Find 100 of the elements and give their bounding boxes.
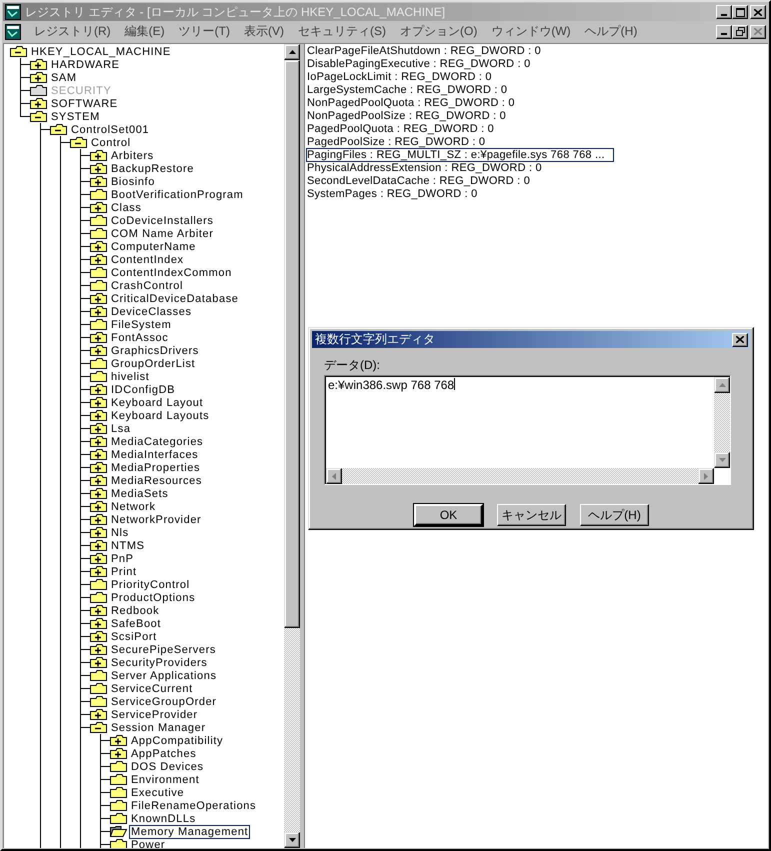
menu-item[interactable]: セキュリティ(S) bbox=[291, 23, 393, 40]
registry-value[interactable]: ClearPageFileAtShutdown : REG_DWORD : 0 bbox=[306, 44, 550, 58]
scroll-up-button[interactable] bbox=[714, 377, 730, 393]
tree-item[interactable]: ProductOptions bbox=[109, 590, 198, 604]
tree-item[interactable]: DOS Devices bbox=[129, 760, 206, 774]
scroll-right-button[interactable] bbox=[698, 468, 714, 484]
dialog-button[interactable]: ヘルプ(H) bbox=[580, 504, 649, 526]
folder-icon[interactable] bbox=[90, 228, 107, 239]
tree-item[interactable]: MediaResources bbox=[109, 474, 204, 488]
dialog-button[interactable]: OK bbox=[414, 504, 483, 526]
folder-icon[interactable] bbox=[110, 839, 127, 848]
menu-item[interactable]: 編集(E) bbox=[118, 23, 172, 40]
tree-item[interactable]: SecurePipeServers bbox=[109, 642, 218, 656]
folder-plus-icon[interactable] bbox=[90, 462, 107, 473]
folder-plus-icon[interactable] bbox=[30, 98, 47, 109]
tree-item[interactable]: Keyboard Layout bbox=[109, 396, 206, 410]
folder-plus-icon[interactable] bbox=[90, 202, 107, 213]
tree-item[interactable]: Lsa bbox=[109, 422, 133, 436]
registry-value[interactable]: PagingFiles : REG_MULTI_SZ : e:¥pagefile.sys 768 768 ... bbox=[306, 148, 614, 162]
tree-item[interactable]: HKEY_LOCAL_MACHINE bbox=[29, 44, 173, 58]
tree-item[interactable]: Memory Management bbox=[129, 824, 250, 838]
scroll-up-button[interactable] bbox=[284, 44, 300, 60]
folder-icon[interactable] bbox=[90, 371, 107, 382]
folder-plus-icon[interactable] bbox=[90, 540, 107, 551]
folder-plus-icon[interactable] bbox=[90, 566, 107, 577]
tree-item[interactable]: FileRenameOperations bbox=[129, 798, 258, 812]
minimize-button[interactable] bbox=[716, 24, 732, 38]
tree-item[interactable]: PriorityControl bbox=[109, 578, 192, 592]
folder-plus-icon[interactable] bbox=[90, 306, 107, 317]
folder-plus-icon[interactable] bbox=[90, 293, 107, 304]
folder-plus-icon[interactable] bbox=[90, 176, 107, 187]
registry-value[interactable]: DisablePagingExecutive : REG_DWORD : 0 bbox=[306, 56, 540, 70]
folder-plus-icon[interactable] bbox=[90, 488, 107, 499]
menu-item[interactable]: 表示(V) bbox=[237, 23, 291, 40]
dialog-button[interactable]: キャンセル bbox=[497, 504, 566, 526]
tree-item[interactable]: ContentIndexCommon bbox=[109, 266, 234, 280]
folder-plus-icon[interactable] bbox=[90, 384, 107, 395]
folder-plus-icon[interactable] bbox=[90, 618, 107, 629]
folder-plus-icon[interactable] bbox=[90, 410, 107, 421]
tree-item[interactable]: PnP bbox=[109, 552, 136, 566]
folder-minus-icon[interactable] bbox=[90, 722, 107, 733]
folder-plus-icon[interactable] bbox=[90, 150, 107, 161]
folder-plus-icon[interactable] bbox=[90, 332, 107, 343]
tree-item[interactable]: CriticalDeviceDatabase bbox=[109, 292, 241, 306]
registry-value[interactable]: NonPagedPoolSize : REG_DWORD : 0 bbox=[306, 108, 515, 122]
tree-item[interactable]: FileSystem bbox=[109, 318, 174, 332]
folder-icon[interactable] bbox=[30, 85, 47, 96]
registry-value[interactable]: IoPageLockLimit : REG_DWORD : 0 bbox=[306, 70, 501, 84]
scroll-down-button[interactable] bbox=[284, 832, 300, 848]
folder-plus-icon[interactable] bbox=[90, 709, 107, 720]
tree-item[interactable]: hivelist bbox=[109, 370, 152, 384]
registry-value[interactable]: PagedPoolQuota : REG_DWORD : 0 bbox=[306, 122, 503, 136]
tree-item[interactable]: ServiceProvider bbox=[109, 708, 200, 722]
tree-item[interactable]: Class bbox=[109, 200, 144, 214]
tree-item[interactable]: AppCompatibility bbox=[129, 734, 226, 748]
folder-plus-icon[interactable] bbox=[90, 553, 107, 564]
folder-plus-icon[interactable] bbox=[30, 59, 47, 70]
registry-value[interactable]: LargeSystemCache : REG_DWORD : 0 bbox=[306, 82, 516, 96]
tree-item[interactable]: CrashControl bbox=[109, 278, 186, 292]
folder-icon[interactable] bbox=[90, 592, 107, 603]
tree-item[interactable]: GraphicsDrivers bbox=[109, 344, 201, 358]
folder-icon[interactable] bbox=[110, 787, 127, 798]
folder-plus-icon[interactable] bbox=[30, 72, 47, 83]
tree-item[interactable]: ScsiPort bbox=[109, 630, 159, 644]
tree-item[interactable]: ComputerName bbox=[109, 240, 198, 254]
tree-item[interactable]: ServiceGroupOrder bbox=[109, 694, 219, 708]
tree-item[interactable]: Session Manager bbox=[109, 720, 208, 734]
folder-plus-icon[interactable] bbox=[110, 735, 127, 746]
folder-plus-icon[interactable] bbox=[90, 254, 107, 265]
tree-item[interactable]: AppPatches bbox=[129, 746, 198, 760]
folder-plus-icon[interactable] bbox=[90, 423, 107, 434]
folder-plus-icon[interactable] bbox=[90, 527, 107, 538]
tree-item[interactable]: SecurityProviders bbox=[109, 656, 210, 670]
tree-item[interactable]: MediaSets bbox=[109, 486, 170, 500]
tree-item[interactable]: SYSTEM bbox=[49, 110, 102, 124]
registry-value[interactable]: SystemPages : REG_DWORD : 0 bbox=[306, 186, 486, 200]
tree-item[interactable]: SafeBoot bbox=[109, 616, 164, 630]
menu-item[interactable]: ヘルプ(H) bbox=[578, 23, 644, 40]
tree-item[interactable]: MediaCategories bbox=[109, 434, 206, 448]
tree-item[interactable]: SAM bbox=[49, 70, 79, 84]
tree-item[interactable]: HARDWARE bbox=[49, 58, 122, 72]
folder-icon[interactable] bbox=[90, 696, 107, 707]
tree-item[interactable]: NTMS bbox=[109, 538, 147, 552]
folder-minus-icon[interactable] bbox=[30, 111, 47, 122]
folder-icon[interactable] bbox=[110, 813, 127, 824]
folder-minus-icon[interactable] bbox=[10, 46, 27, 57]
tree-item[interactable]: COM Name Arbiter bbox=[109, 226, 216, 240]
tree-item[interactable]: MediaInterfaces bbox=[109, 448, 200, 462]
tree-item[interactable]: BootVerificationProgram bbox=[109, 188, 246, 202]
registry-value[interactable]: NonPagedPoolQuota : REG_DWORD : 0 bbox=[306, 96, 524, 110]
scroll-thumb[interactable] bbox=[284, 60, 300, 628]
tree-item[interactable]: Nls bbox=[109, 526, 131, 540]
tree-item[interactable]: NetworkProvider bbox=[109, 512, 204, 526]
tree-item[interactable]: Redbook bbox=[109, 604, 162, 618]
scroll-down-button[interactable] bbox=[714, 452, 730, 468]
folder-icon[interactable] bbox=[90, 280, 107, 291]
folder-icon[interactable] bbox=[90, 319, 107, 330]
folder-plus-icon[interactable] bbox=[90, 605, 107, 616]
tree-item[interactable]: Power bbox=[129, 838, 168, 848]
menu-item[interactable]: オプション(O) bbox=[393, 23, 484, 40]
